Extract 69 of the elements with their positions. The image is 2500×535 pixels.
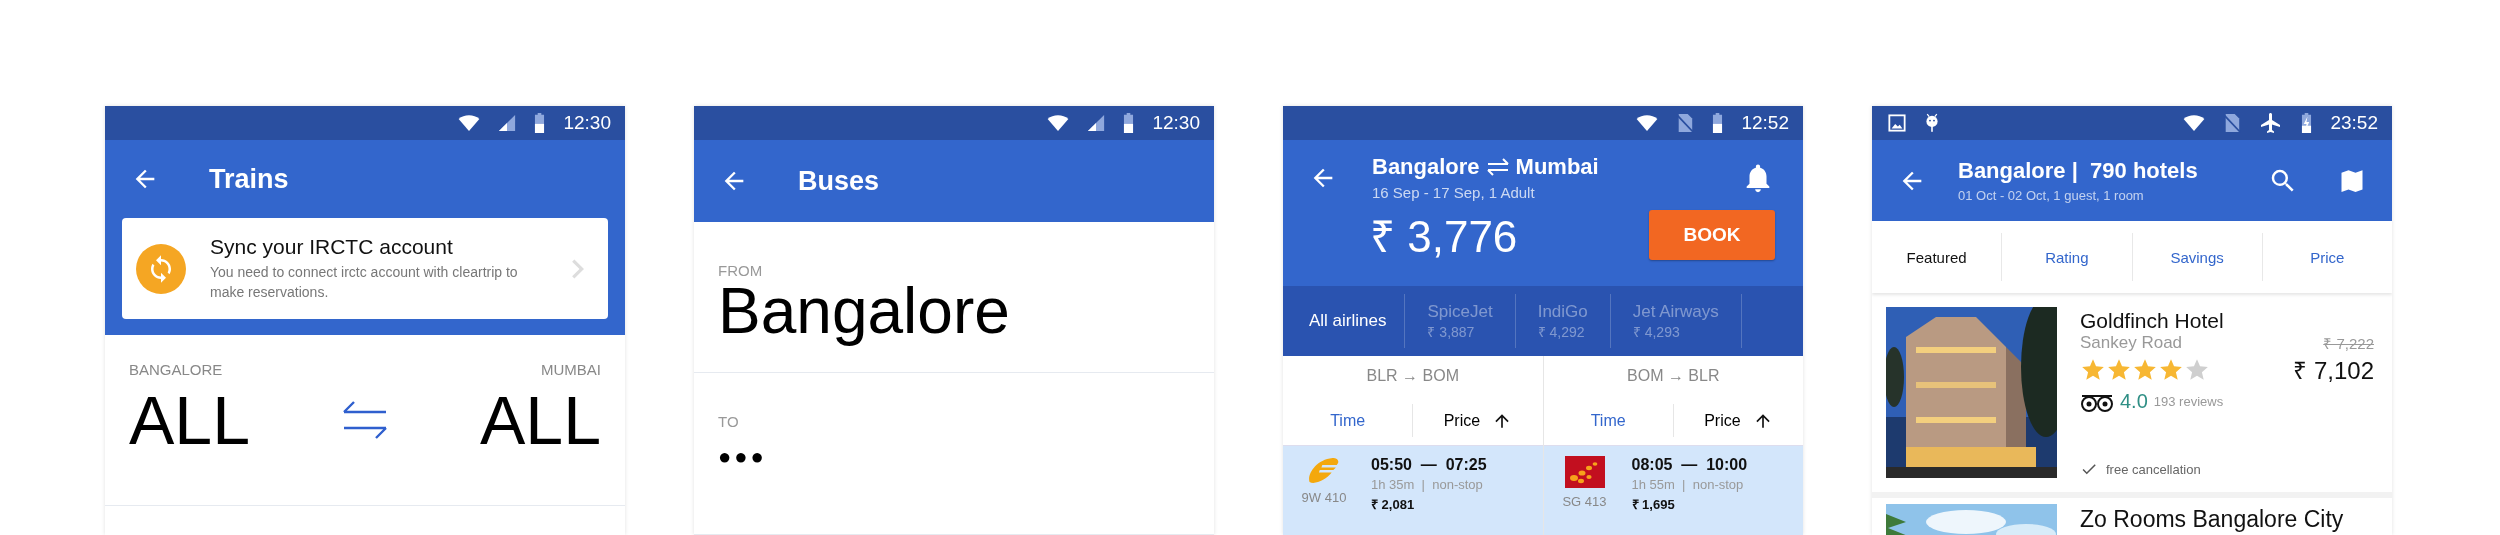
hotel-card[interactable]: Goldfinch Hotel Sankey Road ₹ 7,222 ₹ 7,102 4.0 193 reviews free cancellation (1872, 293, 2392, 498)
hotel-price: ₹ 7,102 (2293, 356, 2374, 386)
screen-title: Bangalore | 790 hotels (1958, 158, 2199, 184)
stay-details: 01 Oct - 02 Oct, 1 guest, 1 room (1958, 188, 2145, 203)
hotel-area: Sankey Road (2080, 333, 2183, 353)
sort-option[interactable]: Price (1413, 404, 1543, 437)
wifi-icon (2183, 114, 2206, 132)
flight-times: 05:50 — 07:25 (1371, 456, 1487, 474)
destination-value[interactable]: ALL (480, 386, 601, 454)
no-sim-icon (2223, 113, 2242, 133)
origin-city: Bangalore (1372, 154, 1480, 180)
wifi-icon (1636, 114, 1659, 132)
flight-duration: 1h 55m | non-stop (1631, 477, 1745, 492)
battery-charging-icon (2301, 113, 2313, 133)
review-count: 193 reviews (2153, 394, 2224, 409)
trip-details: 16 Sep - 17 Sep, 1 Adult (1372, 184, 1536, 201)
sync-banner[interactable]: Sync your IRCTC account You need to connect irctc account with cleartrip to make reservations. (122, 218, 608, 319)
hotel-name: Zo Rooms Bangalore City (2080, 506, 2344, 534)
airline-logo (1564, 456, 1605, 488)
status-time: 12:52 (1741, 112, 1789, 134)
swap-icon (1485, 157, 1510, 177)
leg-route: BOM → BLR (1627, 367, 1720, 385)
airline-filter[interactable]: All airlines (1283, 294, 1406, 348)
chevron-right-icon (572, 258, 584, 279)
original-price: ₹ 7,222 (2323, 334, 2374, 353)
flight-duration: 1h 35m | non-stop (1371, 477, 1484, 492)
wifi-icon (1047, 114, 1070, 132)
flight-code: 9W 410 (1301, 490, 1347, 505)
sort-option[interactable]: Price (1673, 404, 1803, 437)
screen-title: Trains (209, 163, 289, 195)
sync-icon (136, 243, 186, 294)
airline-logo (1307, 456, 1341, 484)
sort-option[interactable]: Time (1543, 404, 1674, 437)
banner-text: You need to connect irctc account with cleartrip to make reservations. (210, 262, 519, 302)
signal-icon (1087, 114, 1106, 132)
signal-icon (498, 114, 517, 132)
flight-row[interactable]: 9W 410 05:50 — 07:25 1h 35m | non-stop ₹ 2,081 (1283, 446, 1543, 535)
battery-icon (534, 113, 546, 133)
battery-icon (1123, 113, 1135, 133)
flight-row[interactable]: SG 413 08:05 — 10:00 1h 55m | non-stop ₹ 1,695 (1543, 446, 1803, 535)
sort-option[interactable]: Time (1283, 404, 1414, 437)
status-time: 12:30 (563, 112, 611, 134)
from-label: FROM (718, 262, 764, 279)
flight-price: ₹ 2,081 (1371, 496, 1416, 513)
sort-tab[interactable]: Featured (1872, 233, 2003, 281)
review-score: 4.0 (2120, 390, 2148, 413)
status-time: 23:52 (2330, 112, 2378, 134)
swap-icon[interactable] (341, 400, 389, 440)
flight-price: ₹ 1,695 (1631, 496, 1676, 513)
to-value[interactable]: ●●● (718, 444, 1190, 471)
status-time: 12:30 (1152, 112, 1200, 134)
flight-times: 08:05 — 10:00 (1631, 456, 1748, 474)
leg-route: BLR → BOM (1366, 367, 1459, 385)
destination-label: MUMBAI (541, 361, 601, 378)
android-icon (1924, 113, 1940, 133)
screen-title: Buses (798, 165, 880, 197)
origin-value[interactable]: ALL (129, 386, 250, 454)
banner-title: Sync your IRCTC account (210, 234, 454, 259)
origin-label: BANGALORE (129, 361, 223, 378)
destination-city: Mumbai (1515, 154, 1599, 180)
no-sim-icon (1676, 113, 1695, 133)
battery-icon (1712, 113, 1724, 133)
wifi-icon (458, 114, 481, 132)
total-price: ₹ 3,776 (1370, 211, 1518, 263)
flight-code: SG 413 (1562, 494, 1607, 509)
image-icon (1888, 114, 1906, 132)
cancellation-note: free cancellation (2106, 461, 2201, 477)
hotel-name: Goldfinch Hotel (2080, 309, 2225, 333)
to-label: TO (718, 413, 740, 431)
